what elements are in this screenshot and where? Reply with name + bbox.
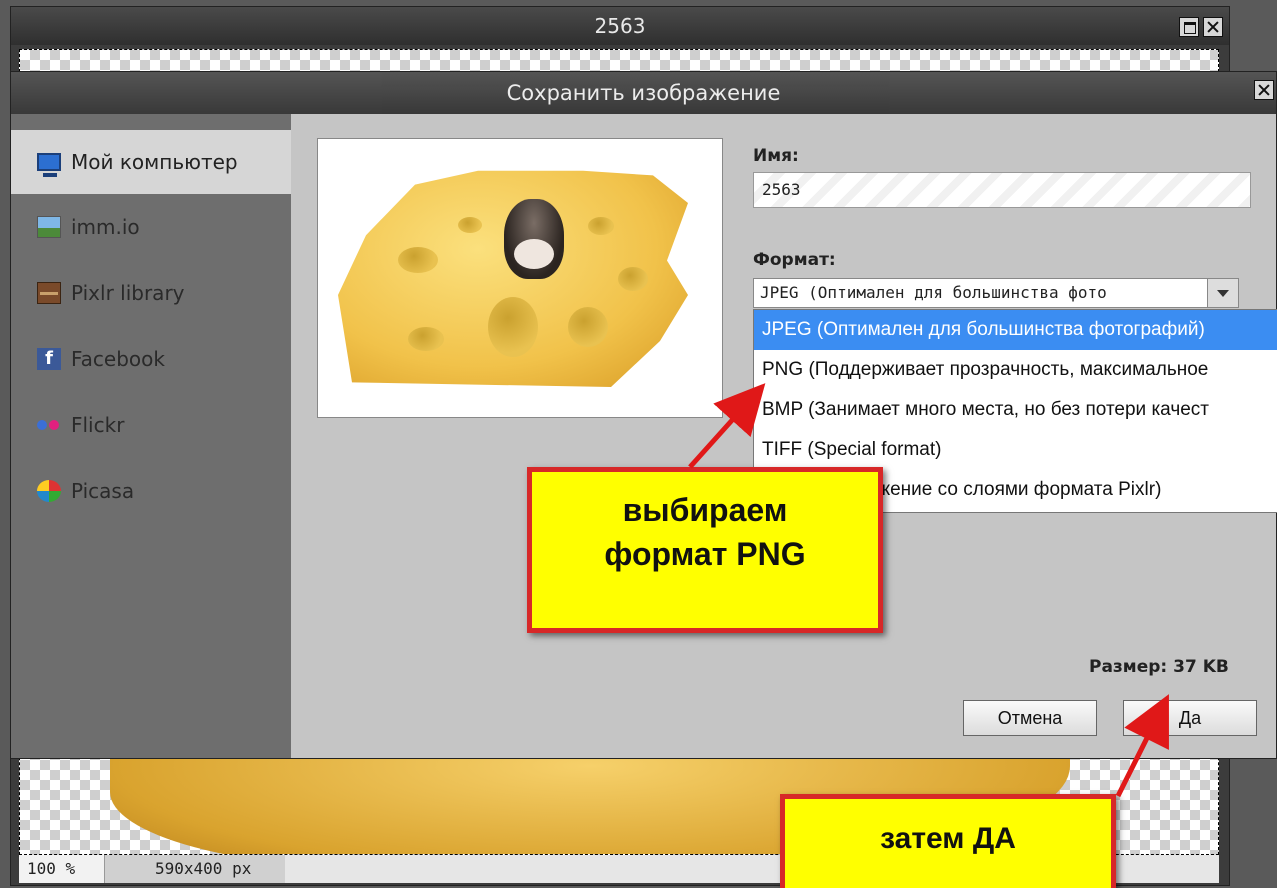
name-label: Имя:: [753, 146, 799, 166]
cancel-button[interactable]: Отмена: [963, 700, 1097, 736]
file-name-input[interactable]: 2563: [753, 172, 1251, 208]
sidebar-item-imm-io[interactable]: imm.io: [11, 194, 291, 260]
save-location-sidebar: Мой компьютер imm.io Pixlr library f Fac…: [11, 114, 291, 758]
file-size-label: Размер: 37 KB: [1089, 657, 1229, 677]
zoom-level[interactable]: 100 %: [19, 855, 105, 883]
sidebar-item-facebook[interactable]: f Facebook: [11, 326, 291, 392]
format-option-tiff[interactable]: TIFF (Special format): [754, 430, 1277, 470]
image-window-title: 2563: [11, 7, 1229, 45]
save-image-dialog: Сохранить изображение Мой компьютер imm.…: [10, 71, 1277, 759]
format-label: Формат:: [753, 250, 836, 270]
close-icon[interactable]: [1203, 17, 1223, 37]
sidebar-item-label: Flickr: [71, 413, 125, 437]
callout-then-yes: затем ДА: [780, 794, 1116, 888]
ok-button[interactable]: Да: [1123, 700, 1257, 736]
callout-choose-png: выбираем формат PNG: [527, 467, 883, 633]
format-select[interactable]: JPEG (Оптимален для большинства фото: [753, 278, 1239, 308]
format-select-value: JPEG (Оптимален для большинства фото: [760, 283, 1107, 302]
sidebar-item-label: Facebook: [71, 347, 165, 371]
image-dimensions: 590x400 px: [105, 855, 285, 883]
image-icon: [37, 216, 61, 238]
sidebar-item-my-computer[interactable]: Мой компьютер: [11, 130, 291, 194]
sidebar-item-label: Picasa: [71, 479, 135, 503]
callout-line: выбираем: [622, 492, 788, 528]
image-window-controls: [1179, 17, 1223, 37]
sidebar-item-picasa[interactable]: Picasa: [11, 458, 291, 524]
sidebar-item-label: Мой компьютер: [71, 150, 238, 174]
dialog-title: Сохранить изображение: [11, 72, 1276, 114]
chevron-down-icon[interactable]: [1207, 279, 1238, 307]
sidebar-item-flickr[interactable]: Flickr: [11, 392, 291, 458]
picasa-icon: [37, 480, 61, 502]
format-option-png[interactable]: PNG (Поддерживает прозрачность, максимал…: [754, 350, 1277, 390]
sidebar-item-label: Pixlr library: [71, 281, 185, 305]
computer-icon: [37, 153, 61, 177]
sidebar-item-pixlr-library[interactable]: Pixlr library: [11, 260, 291, 326]
maximize-icon[interactable]: [1179, 17, 1199, 37]
callout-line: формат PNG: [604, 536, 806, 572]
mouse-figure: [504, 199, 564, 279]
format-option-bmp[interactable]: BMP (Занимает много места, но без потери…: [754, 390, 1277, 430]
sidebar-item-label: imm.io: [71, 215, 140, 239]
dialog-close-icon[interactable]: [1254, 80, 1274, 100]
format-option-jpeg[interactable]: JPEG (Оптимален для большинства фотограф…: [754, 310, 1277, 350]
flickr-icon: [37, 414, 61, 436]
image-preview: [317, 138, 723, 418]
library-icon: [37, 282, 61, 304]
facebook-icon: f: [37, 348, 61, 370]
